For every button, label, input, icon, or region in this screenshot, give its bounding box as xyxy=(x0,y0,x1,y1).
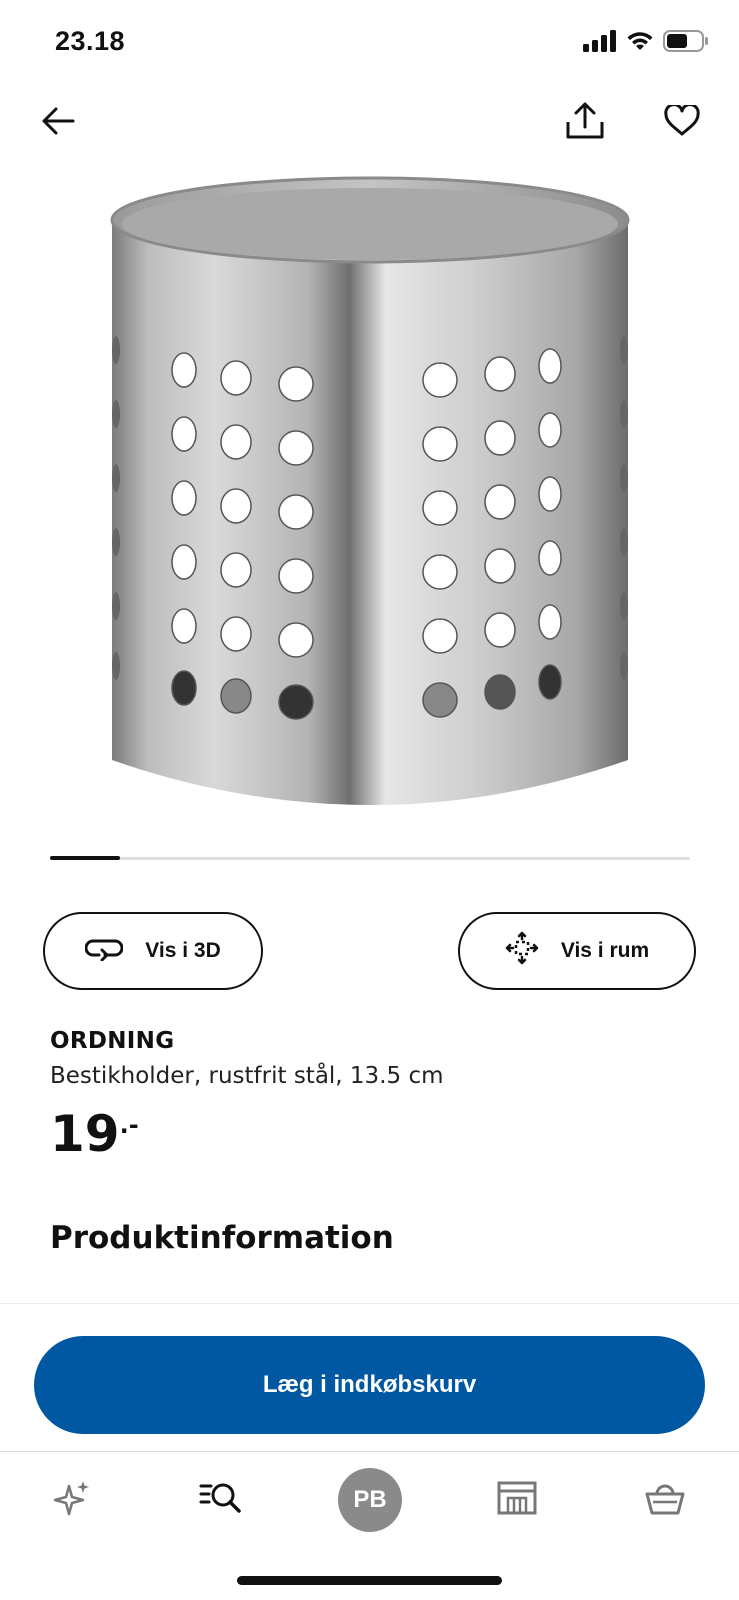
wifi-icon xyxy=(625,30,655,56)
carousel-current-thumb xyxy=(50,856,120,860)
view-in-room-button[interactable]: Vis i rum xyxy=(458,912,696,990)
back-button[interactable] xyxy=(30,95,86,151)
sparkle-icon xyxy=(53,1478,93,1522)
heart-icon xyxy=(664,103,700,141)
store-icon xyxy=(497,1481,537,1519)
search-list-icon xyxy=(199,1480,243,1520)
tab-inspiration[interactable] xyxy=(38,1465,108,1535)
view-in-room-label: Vis i rum xyxy=(560,939,650,962)
rotate-3d-icon xyxy=(84,935,124,967)
divider xyxy=(0,1451,739,1452)
tab-store[interactable] xyxy=(482,1465,552,1535)
bottom-tab-bar: PB xyxy=(0,1455,739,1545)
status-time: 23.18 xyxy=(55,26,126,56)
share-icon xyxy=(565,102,605,144)
back-arrow-icon xyxy=(41,106,75,140)
carousel-indicator xyxy=(50,856,690,860)
tab-basket[interactable] xyxy=(630,1465,700,1535)
price-main: 19 xyxy=(50,1105,120,1163)
view-3d-label: Vis i 3D xyxy=(145,939,221,962)
product-information-heading[interactable]: Produktinformation xyxy=(50,1220,394,1256)
avatar: PB xyxy=(338,1468,402,1532)
battery-icon xyxy=(663,30,709,56)
product-image[interactable] xyxy=(100,170,640,830)
view-3d-button[interactable]: Vis i 3D xyxy=(43,912,263,990)
divider xyxy=(0,1303,739,1304)
share-button[interactable] xyxy=(557,95,613,151)
status-bar: 23.18 xyxy=(0,0,739,90)
product-name[interactable]: ORDNING xyxy=(50,1028,174,1054)
product-description: Bestikholder, rustfrit stål, 13.5 cm xyxy=(50,1063,444,1089)
favorite-button[interactable] xyxy=(654,95,710,151)
price-suffix: .- xyxy=(119,1111,139,1139)
ar-view-icon xyxy=(505,931,539,971)
top-nav xyxy=(0,95,739,155)
tab-search[interactable] xyxy=(186,1465,256,1535)
tab-profile[interactable]: PB xyxy=(335,1465,405,1535)
basket-icon xyxy=(644,1480,686,1520)
status-icons xyxy=(583,30,709,56)
home-indicator[interactable] xyxy=(237,1576,502,1585)
cellular-signal-icon xyxy=(583,30,617,56)
add-to-cart-button[interactable]: Læg i indkøbskurv xyxy=(34,1336,705,1434)
product-price: 19 .- xyxy=(50,1105,139,1163)
